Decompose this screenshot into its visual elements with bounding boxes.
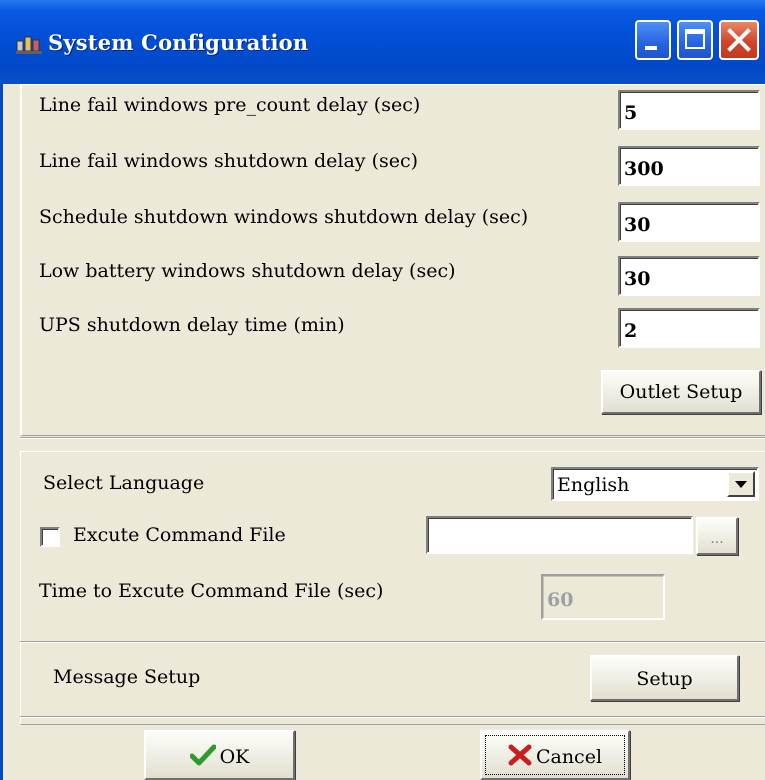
browse-label: ...: [710, 531, 724, 547]
ok-label: OK: [219, 746, 250, 768]
low-battery-label: Low battery windows shutdown delay (sec): [39, 260, 456, 282]
low-battery-input[interactable]: 30: [618, 256, 760, 296]
divider: [20, 641, 765, 643]
line-fail-precount-input[interactable]: 5: [618, 90, 760, 130]
execute-command-file-checkbox[interactable]: [40, 527, 60, 547]
ok-button[interactable]: OK: [144, 730, 295, 780]
ups-shutdown-input[interactable]: 2: [618, 308, 760, 348]
dropdown-arrow-button[interactable]: [727, 471, 755, 497]
line-fail-precount-label: Line fail windows pre_count delay (sec): [39, 94, 421, 116]
browse-button[interactable]: ...: [696, 517, 738, 555]
app-icon: [16, 36, 42, 54]
schedule-shutdown-input[interactable]: 30: [618, 202, 760, 242]
checkmark-icon: [189, 744, 217, 766]
schedule-shutdown-label: Schedule shutdown windows shutdown delay…: [39, 206, 529, 228]
execute-time-label: Time to Excute Command File (sec): [39, 580, 384, 602]
language-select[interactable]: English: [551, 467, 759, 501]
outlet-setup-label: Outlet Setup: [619, 381, 743, 403]
client-area: Line fail windows pre_count delay (sec) …: [0, 84, 765, 780]
divider: [20, 437, 765, 439]
cancel-label: Cancel: [535, 746, 603, 768]
language-selected-value: English: [557, 474, 630, 496]
outlet-setup-button[interactable]: Outlet Setup: [601, 370, 761, 414]
execute-time-input[interactable]: 60: [541, 574, 665, 620]
cancel-button[interactable]: Cancel: [480, 730, 630, 780]
minimize-icon: [645, 46, 657, 50]
system-configuration-window: System Configuration Line fail windows p…: [0, 0, 765, 780]
divider: [20, 716, 765, 718]
select-language-label: Select Language: [43, 472, 205, 494]
message-setup-button-label: Setup: [636, 668, 693, 690]
title-bar[interactable]: System Configuration: [0, 0, 765, 84]
command-file-path-input[interactable]: [426, 516, 693, 554]
line-fail-shutdown-input[interactable]: 300: [618, 146, 760, 186]
close-button[interactable]: [719, 20, 759, 60]
minimize-button[interactable]: [635, 20, 671, 60]
message-setup-button[interactable]: Setup: [590, 655, 739, 701]
maximize-button[interactable]: [677, 20, 713, 60]
execute-command-file-label: Excute Command File: [73, 524, 286, 546]
window-title: System Configuration: [48, 30, 309, 55]
maximize-icon: [685, 29, 705, 49]
x-icon: [508, 744, 532, 766]
chevron-down-icon: [735, 481, 747, 488]
line-fail-shutdown-label: Line fail windows shutdown delay (sec): [39, 150, 419, 172]
message-setup-label: Message Setup: [53, 666, 201, 688]
close-icon: [727, 28, 751, 52]
ups-shutdown-label: UPS shutdown delay time (min): [39, 314, 345, 336]
